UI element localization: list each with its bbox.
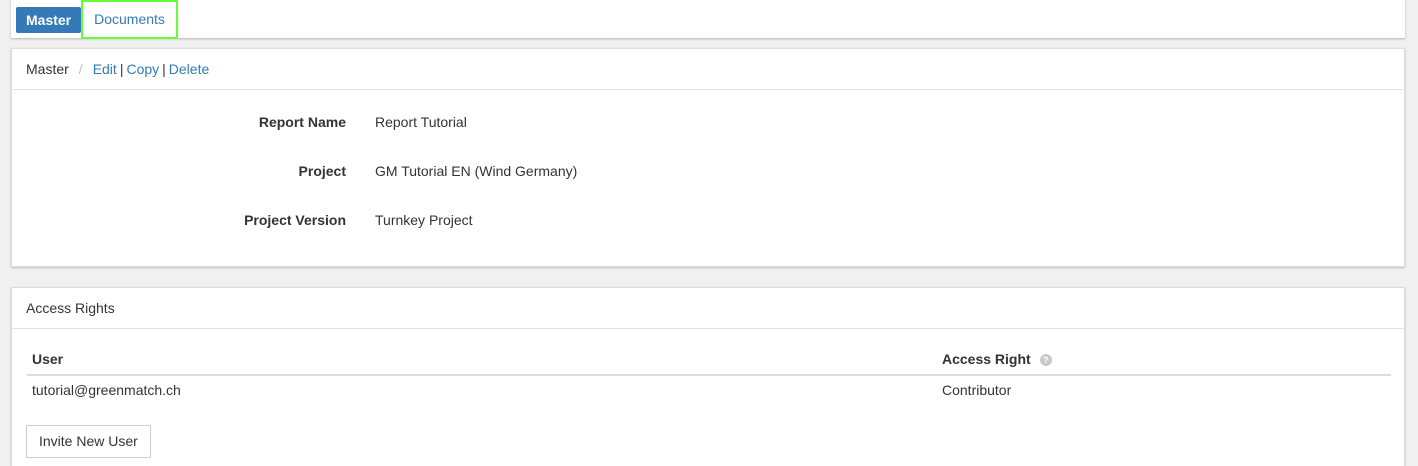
access-table-header: User Access Right? — [27, 342, 1391, 376]
tab-documents[interactable]: Documents — [81, 0, 178, 39]
column-header-user: User — [32, 351, 64, 367]
breadcrumb-separator: / — [78, 61, 83, 77]
detail-row-project-version: Project Version Turnkey Project — [12, 212, 1404, 232]
row-user-email: tutorial@greenmatch.ch — [32, 382, 181, 398]
report-name-label: Report Name — [258, 114, 346, 130]
invite-new-user-button[interactable]: Invite New User — [26, 425, 151, 458]
breadcrumb-master: Master — [26, 61, 69, 77]
copy-link[interactable]: Copy — [126, 61, 159, 77]
detail-row-report-name: Report Name Report Tutorial — [12, 114, 1404, 134]
edit-link[interactable]: Edit — [93, 61, 117, 77]
project-version-value: Turnkey Project — [375, 212, 473, 228]
tab-master[interactable]: Master — [16, 7, 82, 33]
detail-row-project: Project GM Tutorial EN (Wind Germany) — [12, 163, 1404, 183]
tab-bar: Master Documents — [11, 0, 1405, 39]
column-header-access-right: Access Right? — [942, 351, 1052, 367]
project-value: GM Tutorial EN (Wind Germany) — [375, 163, 578, 179]
access-table: User Access Right? tutorial@greenmatch.c… — [27, 342, 1391, 408]
table-row: tutorial@greenmatch.ch Contributor — [27, 376, 1391, 408]
row-access-right: Contributor — [942, 382, 1012, 398]
page: Master Documents Master / Edit | Copy | Delete… — [0, 0, 1418, 466]
access-rights-title: Access Rights — [26, 300, 115, 316]
master-panel-header: Master / Edit | Copy | Delete — [12, 49, 1404, 90]
delete-link[interactable]: Delete — [169, 61, 209, 77]
help-icon[interactable]: ? — [1039, 354, 1052, 366]
master-panel: Master / Edit | Copy | Delete Report Name Repo… — [11, 48, 1405, 267]
project-version-label: Project Version — [244, 212, 346, 228]
column-header-access-right-label: Access Right — [942, 351, 1031, 367]
action-divider: | — [162, 61, 166, 77]
project-label: Project — [298, 163, 346, 179]
action-divider: | — [119, 61, 124, 77]
access-rights-panel: Access Rights User Access Right? tutoria… — [11, 287, 1405, 466]
access-rights-header: Access Rights — [12, 288, 1404, 329]
report-name-value: Report Tutorial — [375, 114, 467, 130]
